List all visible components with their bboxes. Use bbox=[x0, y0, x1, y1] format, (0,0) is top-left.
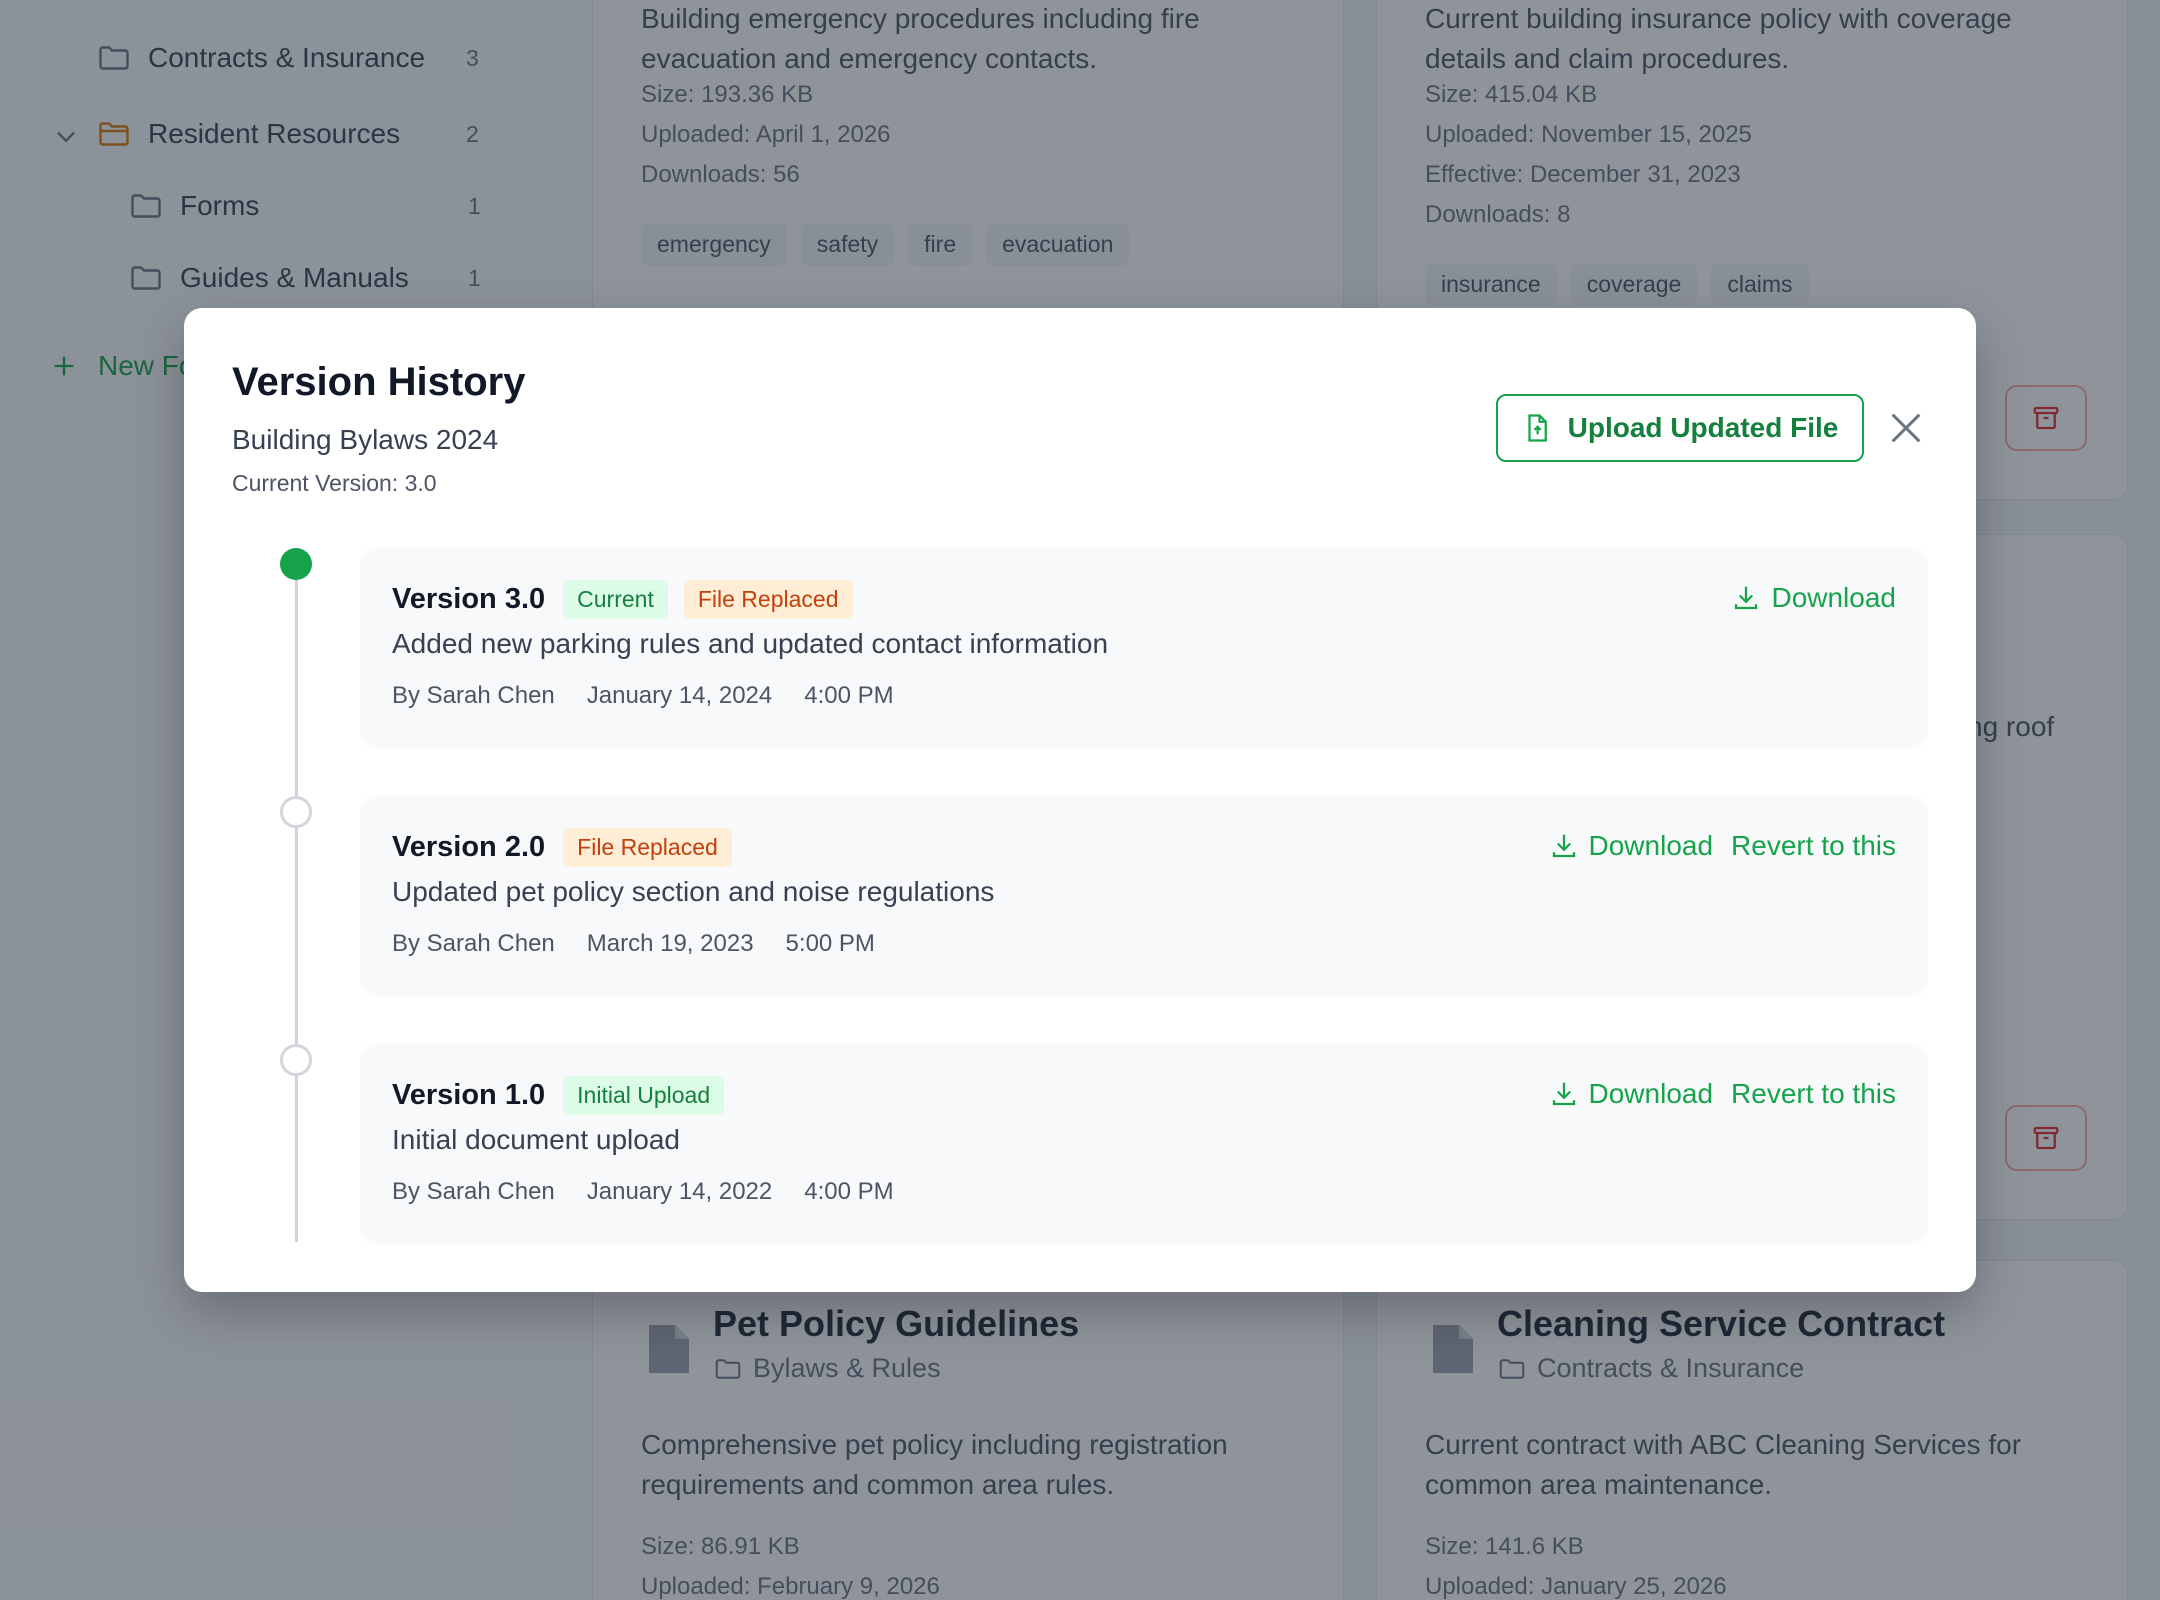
version-description: Added new parking rules and updated cont… bbox=[392, 628, 1109, 659]
timeline-dot bbox=[280, 1044, 312, 1076]
version-time: 4:00 PM bbox=[804, 682, 894, 709]
initial-upload-badge: Initial Upload bbox=[563, 1076, 725, 1115]
version-card-1: Version 1.0 Initial Upload Initial docum… bbox=[360, 1044, 1928, 1244]
version-description: Initial document upload bbox=[392, 1124, 680, 1155]
upload-updated-file-button[interactable]: Upload Updated File bbox=[1496, 394, 1864, 462]
version-name: Version 1.0 bbox=[392, 1079, 546, 1111]
version-header: Version 3.0 Current File Replaced bbox=[392, 580, 853, 619]
download-icon bbox=[1552, 1082, 1575, 1106]
version-author: By Sarah Chen bbox=[392, 930, 555, 957]
version-description: Updated pet policy section and noise reg… bbox=[392, 876, 995, 907]
download-label: Download bbox=[1771, 582, 1896, 613]
modal-title: Version History bbox=[232, 360, 526, 404]
file-replaced-badge: File Replaced bbox=[563, 828, 732, 867]
download-button[interactable]: Download bbox=[1549, 1078, 1714, 1110]
upload-button-label: Upload Updated File bbox=[1567, 412, 1839, 443]
version-date: January 14, 2024 bbox=[586, 682, 773, 709]
version-meta: By Sarah Chen March 19, 2023 5:00 PM bbox=[392, 930, 875, 958]
version-actions: Download bbox=[1731, 582, 1896, 614]
download-label: Download bbox=[1588, 830, 1714, 861]
version-date: March 19, 2023 bbox=[586, 930, 754, 957]
download-label: Download bbox=[1588, 1078, 1714, 1109]
version-author: By Sarah Chen bbox=[392, 682, 555, 709]
close-icon[interactable] bbox=[1886, 408, 1926, 448]
current-version-label: Current Version: 3.0 bbox=[232, 470, 437, 496]
download-icon bbox=[1552, 834, 1575, 858]
version-card-2: Version 2.0 File Replaced Updated pet po… bbox=[360, 796, 1928, 996]
file-upload-icon bbox=[1528, 414, 1547, 442]
download-button[interactable]: Download bbox=[1549, 830, 1714, 862]
timeline-line bbox=[295, 564, 298, 1242]
document-name: Building Bylaws 2024 bbox=[232, 424, 499, 455]
version-header: Version 1.0 Initial Upload bbox=[392, 1076, 725, 1115]
version-header: Version 2.0 File Replaced bbox=[392, 828, 732, 867]
current-badge: Current bbox=[563, 580, 668, 619]
revert-button[interactable]: Revert to this bbox=[1731, 830, 1896, 862]
revert-button[interactable]: Revert to this bbox=[1731, 1078, 1896, 1110]
version-card-3: Version 3.0 Current File Replaced Added … bbox=[360, 548, 1928, 748]
version-history-modal: Version History Building Bylaws 2024 Cur… bbox=[184, 308, 1976, 1292]
timeline-dot-current bbox=[280, 548, 312, 580]
download-button[interactable]: Download bbox=[1731, 582, 1896, 614]
version-actions: Download Revert to this bbox=[1549, 830, 1896, 862]
version-name: Version 3.0 bbox=[392, 583, 546, 615]
version-time: 5:00 PM bbox=[785, 930, 875, 957]
version-actions: Download Revert to this bbox=[1549, 1078, 1896, 1110]
download-icon bbox=[1735, 586, 1758, 610]
version-meta: By Sarah Chen January 14, 2022 4:00 PM bbox=[392, 1178, 894, 1206]
version-author: By Sarah Chen bbox=[392, 1178, 555, 1205]
file-replaced-badge: File Replaced bbox=[683, 580, 853, 619]
version-date: January 14, 2022 bbox=[586, 1178, 773, 1205]
version-time: 4:00 PM bbox=[804, 1178, 894, 1205]
version-meta: By Sarah Chen January 14, 2024 4:00 PM bbox=[392, 682, 894, 710]
timeline-dot bbox=[280, 796, 312, 828]
version-name: Version 2.0 bbox=[392, 831, 546, 863]
